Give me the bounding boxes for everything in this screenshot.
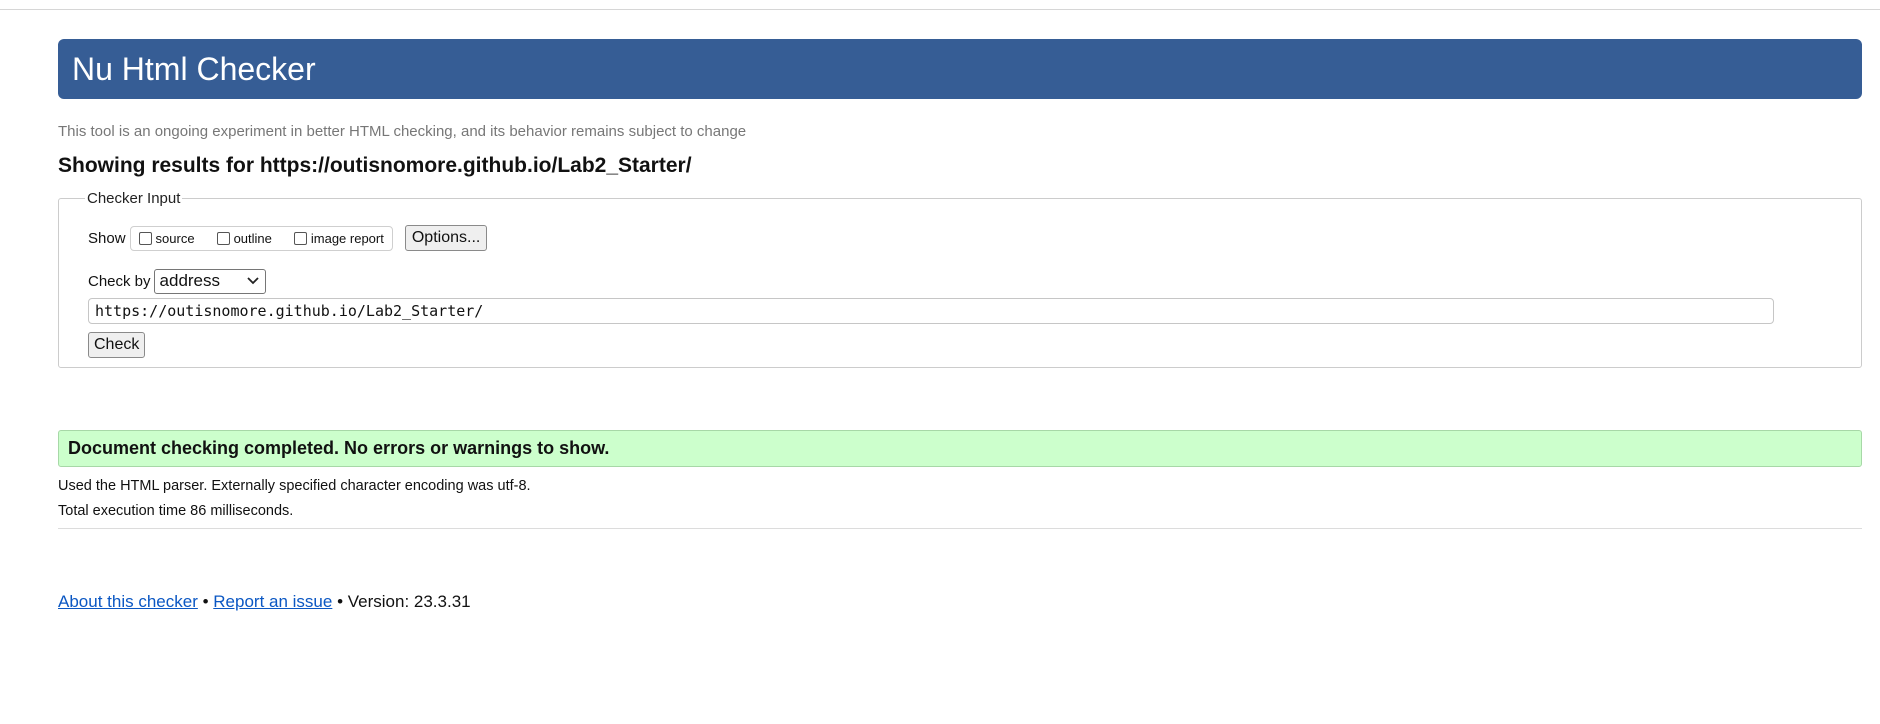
show-row: Show source outline image report Options… [88,223,1833,253]
show-source-option[interactable]: source [138,230,195,246]
checker-input-legend: Checker Input [87,190,181,207]
options-button[interactable]: Options... [404,225,488,251]
details: Used the HTML parser. Externally specifi… [58,478,1862,519]
results-url: https://outisnomore.github.io/Lab2_Start… [259,154,692,177]
results-prefix: Showing results for [58,154,260,177]
divider [58,528,1862,529]
results-heading: Showing results for https://outisnomore.… [58,154,1862,178]
footer-separator-2: • [332,592,348,611]
checker-input-fieldset: Checker Input Show source outline image … [58,190,1862,368]
image-report-checkbox[interactable] [293,231,307,245]
execution-time: Total execution time 86 milliseconds. [58,503,294,519]
image-report-label: image report [310,230,384,246]
tagline: This tool is an ongoing experiment in be… [58,123,747,140]
page: Nu Html Checker This tool is an ongoing … [58,39,1862,612]
page-title: Nu Html Checker [72,50,316,87]
header-banner: Nu Html Checker [58,39,1862,99]
url-input[interactable] [88,298,1774,324]
browser-edge [0,0,1880,10]
show-label: Show [88,229,126,247]
outline-checkbox[interactable] [216,231,230,245]
footer: About this checker • Report an issue • V… [58,592,1862,612]
check-by-selected-value: address [159,271,221,290]
chevron-down-icon [246,274,259,288]
show-outline-option[interactable]: outline [216,230,272,246]
parser-info: Used the HTML parser. Externally specifi… [58,478,531,494]
footer-separator-1: • [197,592,214,611]
source-label: source [155,230,195,246]
check-by-select[interactable]: address [153,268,266,294]
check-by-row: Check by address [88,267,1833,295]
show-image-report-option[interactable]: image report [293,230,384,246]
outline-label: outline [233,230,272,246]
about-link[interactable]: About this checker [58,592,198,611]
version-text: Version: 23.3.31 [347,592,471,611]
check-button[interactable]: Check [88,332,146,358]
source-checkbox[interactable] [138,231,152,245]
show-options-group: source outline image report [129,225,393,251]
success-message: Document checking completed. No errors o… [58,430,1862,467]
check-by-label: Check by [88,272,151,290]
report-issue-link[interactable]: Report an issue [213,592,332,611]
